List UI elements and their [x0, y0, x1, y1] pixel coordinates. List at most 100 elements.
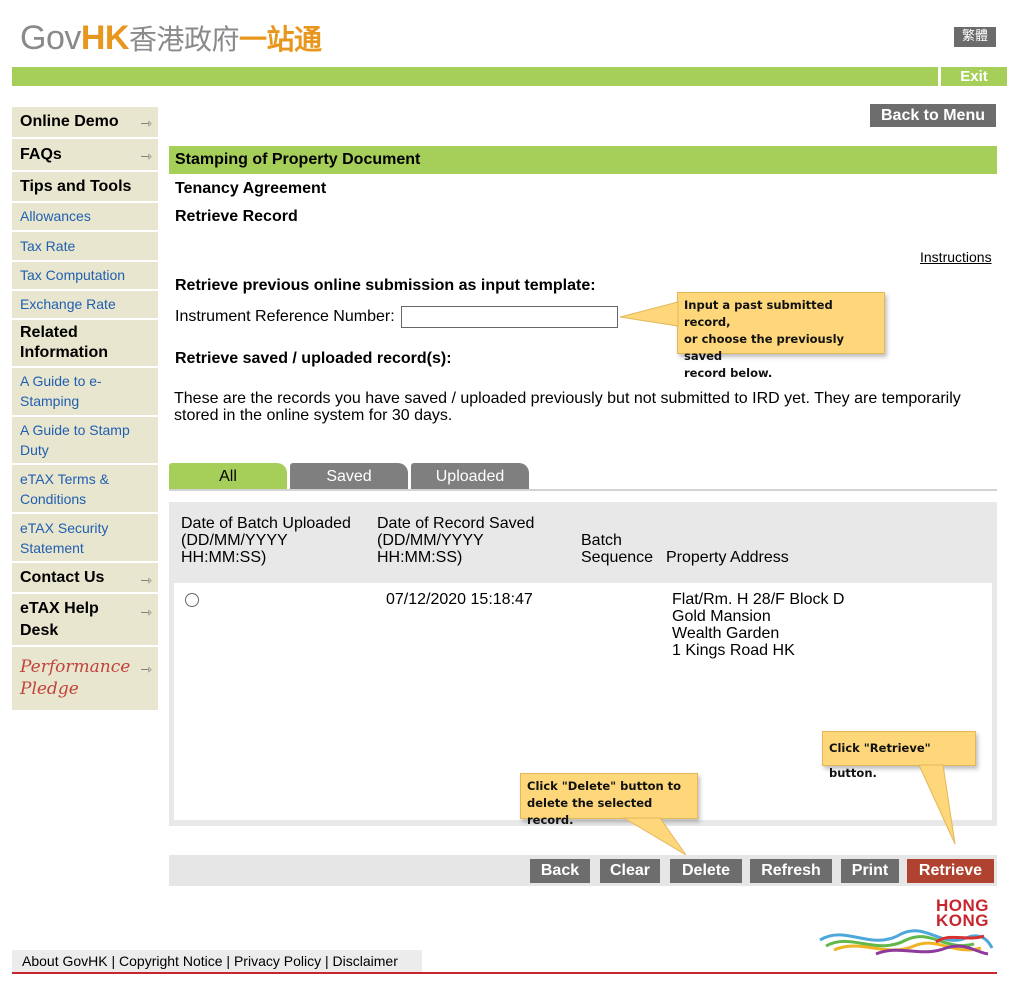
sidebar-item-label: A Guide to Stamp Duty	[20, 422, 130, 458]
sidebar-item-label: eTAX Help Desk	[20, 600, 99, 639]
address-line: Gold Mansion	[672, 608, 771, 625]
retrieve-button[interactable]: Retrieve	[907, 859, 994, 883]
section-title: Stamping of Property Document	[169, 146, 997, 174]
exit-button[interactable]: Exit	[941, 67, 1007, 86]
tab-uploaded[interactable]: Uploaded	[411, 463, 529, 491]
address-line: Flat/Rm. H 28/F Block D	[672, 591, 845, 608]
instructions-link[interactable]: Instructions	[920, 249, 992, 265]
page-subtitle: Tenancy Agreement	[175, 180, 327, 197]
clear-button[interactable]: Clear	[600, 859, 660, 883]
back-button[interactable]: Back	[530, 859, 590, 883]
performance-pledge-line1: Performance	[20, 657, 131, 677]
callout-line: Input a past submitted record,	[684, 298, 833, 329]
back-to-menu-button[interactable]: Back to Menu	[870, 104, 996, 127]
refresh-button[interactable]: Refresh	[750, 859, 832, 883]
callout-delete-tip: Click "Delete" button to delete the sele…	[520, 773, 698, 827]
sidebar-item-label: Online Demo	[20, 113, 119, 130]
sidebar-item-contact-us[interactable]: Contact Us ⇾	[12, 563, 158, 594]
callout-line: record below.	[684, 366, 773, 380]
sidebar-heading-tips-and-tools: Tips and Tools	[12, 173, 158, 203]
ref-number-label: Instrument Reference Number:	[175, 308, 395, 325]
performance-pledge-line2: Pledge	[20, 679, 79, 699]
retrieve-previous-heading: Retrieve previous online submission as i…	[175, 277, 596, 294]
callout-input-tip: Input a past submitted record, or choose…	[677, 292, 885, 380]
footer-disclaimer-link[interactable]: Disclaimer	[333, 953, 398, 969]
header-line: (DD/MM/YYYY	[181, 532, 288, 549]
column-header-batch-sequence: Batch Sequence	[581, 532, 653, 566]
callout-pointer	[620, 301, 679, 327]
footer-about-link[interactable]: About GovHK	[22, 953, 108, 969]
callout-pointer	[918, 764, 956, 845]
header-line: Sequence	[581, 549, 654, 566]
sidebar-item-guide-stamp-duty[interactable]: A Guide to Stamp Duty	[12, 417, 158, 465]
sidebar-item-tax-computation[interactable]: Tax Computation	[12, 262, 158, 291]
cell-record-saved: 07/12/2020 15:18:47	[386, 591, 533, 608]
arrow-right-icon: ⇾	[140, 604, 152, 620]
callout-line: Click "Delete" button to	[527, 779, 682, 793]
sidebar-item-exchange-rate[interactable]: Exchange Rate	[12, 291, 158, 320]
sidebar-item-etax-help-desk[interactable]: eTAX Help Desk ⇾	[12, 594, 158, 647]
sidebar-item-allowances[interactable]: Allowances	[12, 203, 158, 232]
top-green-bar	[12, 67, 938, 86]
sidebar-item-label: Tax Rate	[20, 238, 76, 254]
sidebar-item-guide-e-stamping[interactable]: A Guide to e-Stamping	[12, 368, 158, 417]
dragon-logo-icon	[819, 929, 994, 956]
govhk-logo[interactable]: Gov HK 香港政府 一站通	[20, 18, 322, 58]
footer-copyright-link[interactable]: Copyright Notice	[119, 953, 223, 969]
header-line: Date of Batch Uploaded	[181, 515, 351, 532]
sidebar-item-label: Exchange Rate	[20, 296, 116, 312]
logo-zh-one-text: 一站通	[238, 23, 322, 56]
sidebar: Online Demo ⇾ FAQs ⇾ Tips and Tools Allo…	[12, 107, 158, 710]
language-toggle-button[interactable]: 繁體	[954, 27, 996, 47]
address-line: Wealth Garden	[672, 625, 780, 642]
arrow-right-icon: ⇾	[140, 572, 152, 588]
header-line: HH:MM:SS)	[377, 549, 463, 566]
sidebar-item-label: eTAX Security Statement	[20, 520, 109, 556]
footer-separator: |	[324, 953, 329, 969]
column-header-record-saved: Date of Record Saved (DD/MM/YYYY HH:MM:S…	[377, 515, 534, 566]
footer-links: About GovHK | Copyright Notice | Privacy…	[12, 950, 422, 972]
header-line: Date of Record Saved	[377, 515, 535, 532]
arrow-right-icon: ⇾	[140, 148, 152, 164]
performance-pledge-link[interactable]: Performance Pledge	[20, 656, 130, 700]
sidebar-item-label: Tax Computation	[20, 267, 126, 283]
tab-underline	[169, 489, 997, 491]
sidebar-item-tax-rate[interactable]: Tax Rate	[12, 232, 158, 262]
footer-separator: |	[226, 953, 231, 969]
tab-all[interactable]: All	[169, 463, 287, 491]
footer-divider	[12, 972, 997, 974]
page-title: Retrieve Record	[175, 208, 298, 225]
header-line: HH:MM:SS)	[181, 549, 267, 566]
callout-line: or choose the previously saved	[684, 332, 845, 363]
saved-records-heading: Retrieve saved / uploaded record(s):	[175, 350, 452, 367]
address-line: 1 Kings Road HK	[672, 642, 795, 659]
logo-hk-text: HK	[80, 19, 130, 57]
header-line: (DD/MM/YYYY	[377, 532, 484, 549]
print-button[interactable]: Print	[841, 859, 899, 883]
sidebar-heading-related-information: Related Information	[12, 320, 158, 368]
arrow-right-icon: ⇾	[140, 661, 152, 677]
header-line: Batch	[581, 532, 622, 549]
sidebar-item-label: Related Information	[20, 324, 108, 361]
sidebar-item-label: eTAX Terms & Conditions	[20, 471, 109, 507]
callout-pointer	[622, 817, 687, 856]
column-header-batch-uploaded: Date of Batch Uploaded (DD/MM/YYYY HH:MM…	[181, 515, 351, 566]
sidebar-item-faqs[interactable]: FAQs ⇾	[12, 140, 158, 172]
row-select-radio[interactable]	[185, 593, 199, 607]
sidebar-item-label: A Guide to e-Stamping	[20, 373, 102, 409]
footer-privacy-link[interactable]: Privacy Policy	[234, 953, 321, 969]
sidebar-item-label: Tips and Tools	[20, 178, 132, 195]
column-header-property-address: Property Address	[666, 549, 789, 566]
ref-number-input[interactable]	[401, 306, 618, 328]
arrow-right-icon: ⇾	[140, 115, 152, 131]
logo-gov-text: Gov	[20, 19, 81, 57]
logo-zh-gov-text: 香港政府	[128, 23, 240, 56]
tab-saved[interactable]: Saved	[290, 463, 408, 491]
sidebar-item-etax-terms[interactable]: eTAX Terms & Conditions	[12, 465, 158, 514]
saved-records-description: These are the records you have saved / u…	[174, 390, 961, 424]
delete-button[interactable]: Delete	[670, 859, 742, 883]
sidebar-item-etax-security[interactable]: eTAX Security Statement	[12, 514, 158, 563]
sidebar-item-online-demo[interactable]: Online Demo ⇾	[12, 107, 158, 139]
sidebar-item-label: FAQs	[20, 146, 62, 163]
callout-retrieve-tip: Click "Retrieve" button.	[822, 731, 976, 780]
